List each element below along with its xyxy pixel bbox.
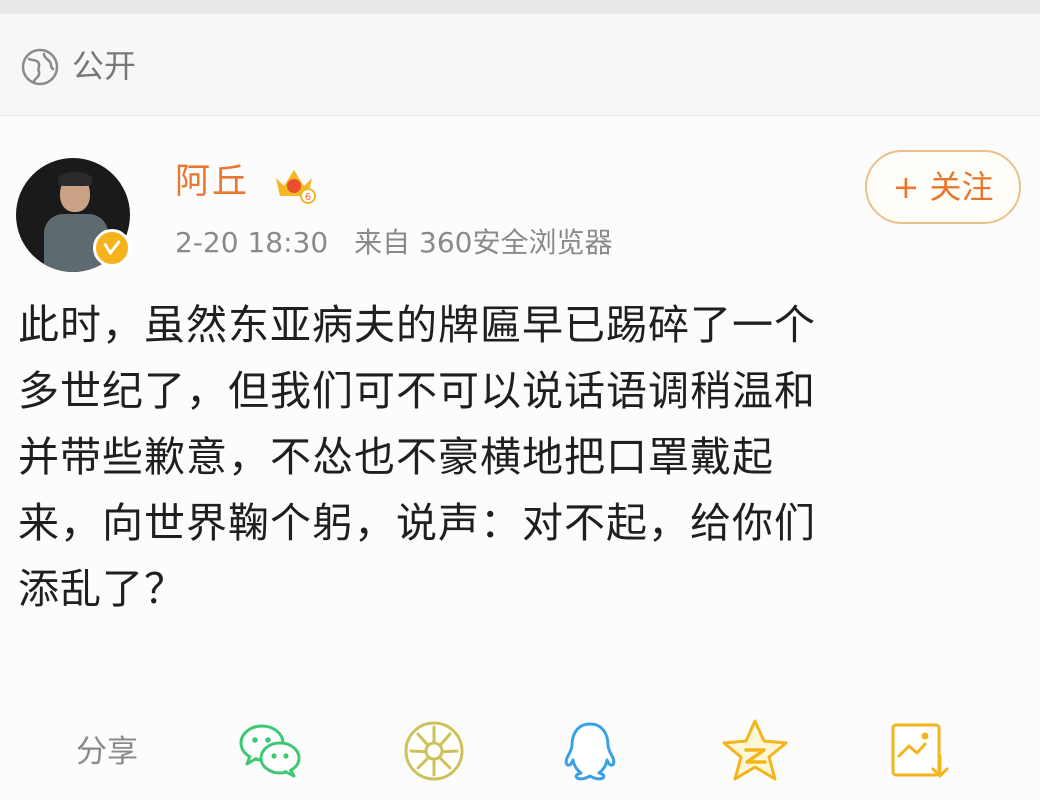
qq-icon[interactable] — [555, 716, 625, 786]
post-timestamp: 2-20 18:30 — [175, 226, 329, 259]
post-content: 此时，虽然东亚病夫的牌匾早已踢碎了一个 多世纪了，但我们可不可以说话语调稍温和 … — [18, 292, 1018, 622]
post-content-line: 多世纪了，但我们可不可以说话语调稍温和 — [18, 367, 816, 415]
author-name[interactable]: 阿丘 — [175, 158, 249, 206]
weibo-post: 阿丘 6 2-20 18:30 来自 360安全浏览器 + 关注 此时，虽然东亚病… — [0, 116, 1040, 800]
moments-icon[interactable] — [399, 716, 469, 786]
top-strip — [0, 0, 1040, 14]
post-content-line: 此时，虽然东亚病夫的牌匾早已踢碎了一个 — [18, 301, 816, 349]
post-content-line: 添乱了？ — [18, 565, 186, 613]
post-meta: 2-20 18:30 来自 360安全浏览器 — [175, 223, 639, 263]
globe-icon — [21, 48, 59, 86]
verified-badge-icon — [93, 229, 131, 267]
save-image-icon[interactable] — [885, 716, 955, 786]
wechat-icon[interactable] — [235, 716, 305, 786]
post-content-line: 来，向世界鞠个躬，说声：对不起，给你们 — [18, 499, 816, 547]
qzone-icon[interactable] — [720, 716, 790, 786]
visibility-bar[interactable]: 公开 — [0, 14, 1040, 116]
follow-button[interactable]: + 关注 — [865, 150, 1021, 224]
post-source: 来自 360安全浏览器 — [354, 226, 613, 259]
visibility-label: 公开 — [72, 47, 137, 85]
post-content-line: 并带些歉意，不怂也不豪横地把口罩戴起 — [18, 433, 774, 481]
level-badge-icon: 6 — [276, 170, 316, 204]
share-bar: 分享 — [0, 714, 1040, 800]
share-label: 分享 — [76, 734, 138, 770]
svg-text:6: 6 — [305, 192, 311, 203]
